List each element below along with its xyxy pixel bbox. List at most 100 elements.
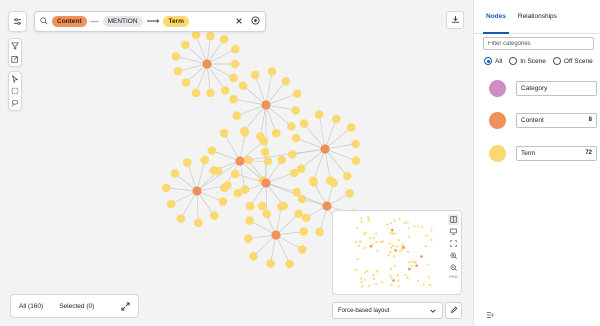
- term-node[interactable]: [180, 40, 190, 50]
- term-node[interactable]: [315, 227, 325, 237]
- term-node[interactable]: [171, 52, 181, 61]
- term-node[interactable]: [301, 213, 311, 223]
- term-node[interactable]: [245, 201, 255, 211]
- radio-all[interactable]: All: [484, 57, 502, 65]
- term-node[interactable]: [267, 67, 277, 76]
- term-node[interactable]: [218, 197, 228, 206]
- term-node[interactable]: [346, 123, 356, 132]
- term-node[interactable]: [294, 209, 303, 219]
- term-node[interactable]: [194, 218, 203, 228]
- content-node[interactable]: [271, 230, 281, 240]
- term-node[interactable]: [213, 166, 223, 176]
- box-select-icon[interactable]: [8, 85, 22, 97]
- term-node[interactable]: [288, 150, 297, 159]
- term-node[interactable]: [263, 156, 273, 166]
- term-node[interactable]: [191, 30, 201, 40]
- zoom-out-icon[interactable]: [448, 262, 459, 273]
- sliders-icon[interactable]: [11, 15, 25, 29]
- radio-off-scene[interactable]: Off Scene: [552, 57, 593, 65]
- term-node[interactable]: [260, 147, 270, 157]
- edit-box-icon[interactable]: [8, 53, 22, 66]
- term-node[interactable]: [231, 44, 240, 54]
- term-node[interactable]: [259, 136, 269, 146]
- category-row-content[interactable]: Content 8: [489, 109, 599, 131]
- term-node[interactable]: [277, 155, 287, 165]
- term-node[interactable]: [345, 188, 354, 198]
- term-node[interactable]: [250, 70, 260, 80]
- content-label-box[interactable]: Content 8: [516, 112, 597, 128]
- term-node[interactable]: [219, 128, 229, 138]
- term-node[interactable]: [277, 202, 286, 211]
- expand-icon[interactable]: [121, 301, 130, 311]
- category-label-box[interactable]: Category: [516, 80, 597, 96]
- fit-view-icon[interactable]: [448, 238, 459, 249]
- term-node[interactable]: [281, 76, 291, 86]
- term-node[interactable]: [231, 169, 240, 179]
- tab-relationships[interactable]: Relationships: [512, 13, 563, 33]
- edit-layout-button[interactable]: [445, 302, 462, 319]
- lasso-icon[interactable]: [8, 97, 22, 109]
- term-node[interactable]: [331, 114, 341, 124]
- category-row-term[interactable]: Term 72: [489, 142, 599, 164]
- relationship-pill[interactable]: MENTION: [102, 16, 143, 27]
- term-node[interactable]: [342, 171, 352, 181]
- content-node[interactable]: [202, 59, 212, 69]
- term-node[interactable]: [285, 259, 294, 269]
- term-node[interactable]: [232, 111, 242, 120]
- minimap-toggle-icon[interactable]: [448, 214, 459, 225]
- term-node[interactable]: [170, 169, 180, 178]
- term-node[interactable]: [209, 211, 219, 220]
- term-node[interactable]: [299, 119, 309, 128]
- term-node[interactable]: [292, 89, 302, 99]
- graph-canvas[interactable]: Content — MENTION ⟶ Term All (160) Selec…: [0, 0, 473, 326]
- term-node[interactable]: [191, 88, 201, 98]
- term-node[interactable]: [230, 59, 240, 69]
- term-node[interactable]: [223, 181, 232, 190]
- term-node[interactable]: [258, 201, 267, 211]
- term-node[interactable]: [238, 81, 248, 90]
- term-node[interactable]: [291, 133, 301, 143]
- term-node[interactable]: [291, 105, 300, 115]
- all-count-button[interactable]: All (160): [19, 303, 43, 310]
- term-node[interactable]: [206, 88, 215, 98]
- term-node[interactable]: [243, 234, 253, 243]
- screen-icon[interactable]: [448, 226, 459, 237]
- term-node[interactable]: [176, 214, 186, 223]
- term-node[interactable]: [219, 35, 229, 44]
- term-node[interactable]: [329, 178, 338, 188]
- term-node[interactable]: [161, 183, 171, 193]
- tab-nodes[interactable]: Nodes: [480, 13, 512, 34]
- term-node[interactable]: [266, 259, 275, 268]
- term-node[interactable]: [271, 128, 281, 138]
- source-node-pill[interactable]: Content: [52, 16, 87, 27]
- term-node[interactable]: [206, 31, 215, 41]
- pointer-icon[interactable]: [8, 73, 22, 85]
- term-node[interactable]: [351, 139, 360, 149]
- term-node[interactable]: [245, 216, 254, 225]
- term-node[interactable]: [220, 86, 230, 95]
- content-node[interactable]: [261, 100, 271, 110]
- term-node[interactable]: [229, 94, 238, 104]
- funnel-icon[interactable]: [8, 40, 22, 53]
- target-node-pill[interactable]: Term: [163, 16, 189, 27]
- content-color-swatch[interactable]: [489, 111, 506, 129]
- target-icon[interactable]: [251, 16, 260, 27]
- download-button[interactable]: [446, 11, 464, 29]
- layout-dropdown[interactable]: Force-based layout: [332, 302, 443, 319]
- term-label-box[interactable]: Term 72: [516, 145, 597, 161]
- filter-categories-input[interactable]: [483, 37, 594, 50]
- term-node[interactable]: [183, 158, 192, 167]
- content-node[interactable]: [235, 156, 245, 166]
- radio-off-scene-dot[interactable]: [552, 57, 561, 65]
- category-row-category[interactable]: Category: [489, 77, 599, 99]
- term-node[interactable]: [298, 245, 307, 254]
- term-node[interactable]: [181, 78, 191, 87]
- radio-in-scene-dot[interactable]: [509, 57, 518, 65]
- radio-all-dot[interactable]: [484, 57, 492, 65]
- term-node[interactable]: [207, 146, 217, 155]
- term-node[interactable]: [233, 188, 243, 198]
- collapse-panel-icon[interactable]: [486, 311, 494, 319]
- term-color-swatch[interactable]: [489, 144, 506, 162]
- term-node[interactable]: [244, 155, 253, 165]
- export-png-label[interactable]: PNG: [449, 274, 458, 279]
